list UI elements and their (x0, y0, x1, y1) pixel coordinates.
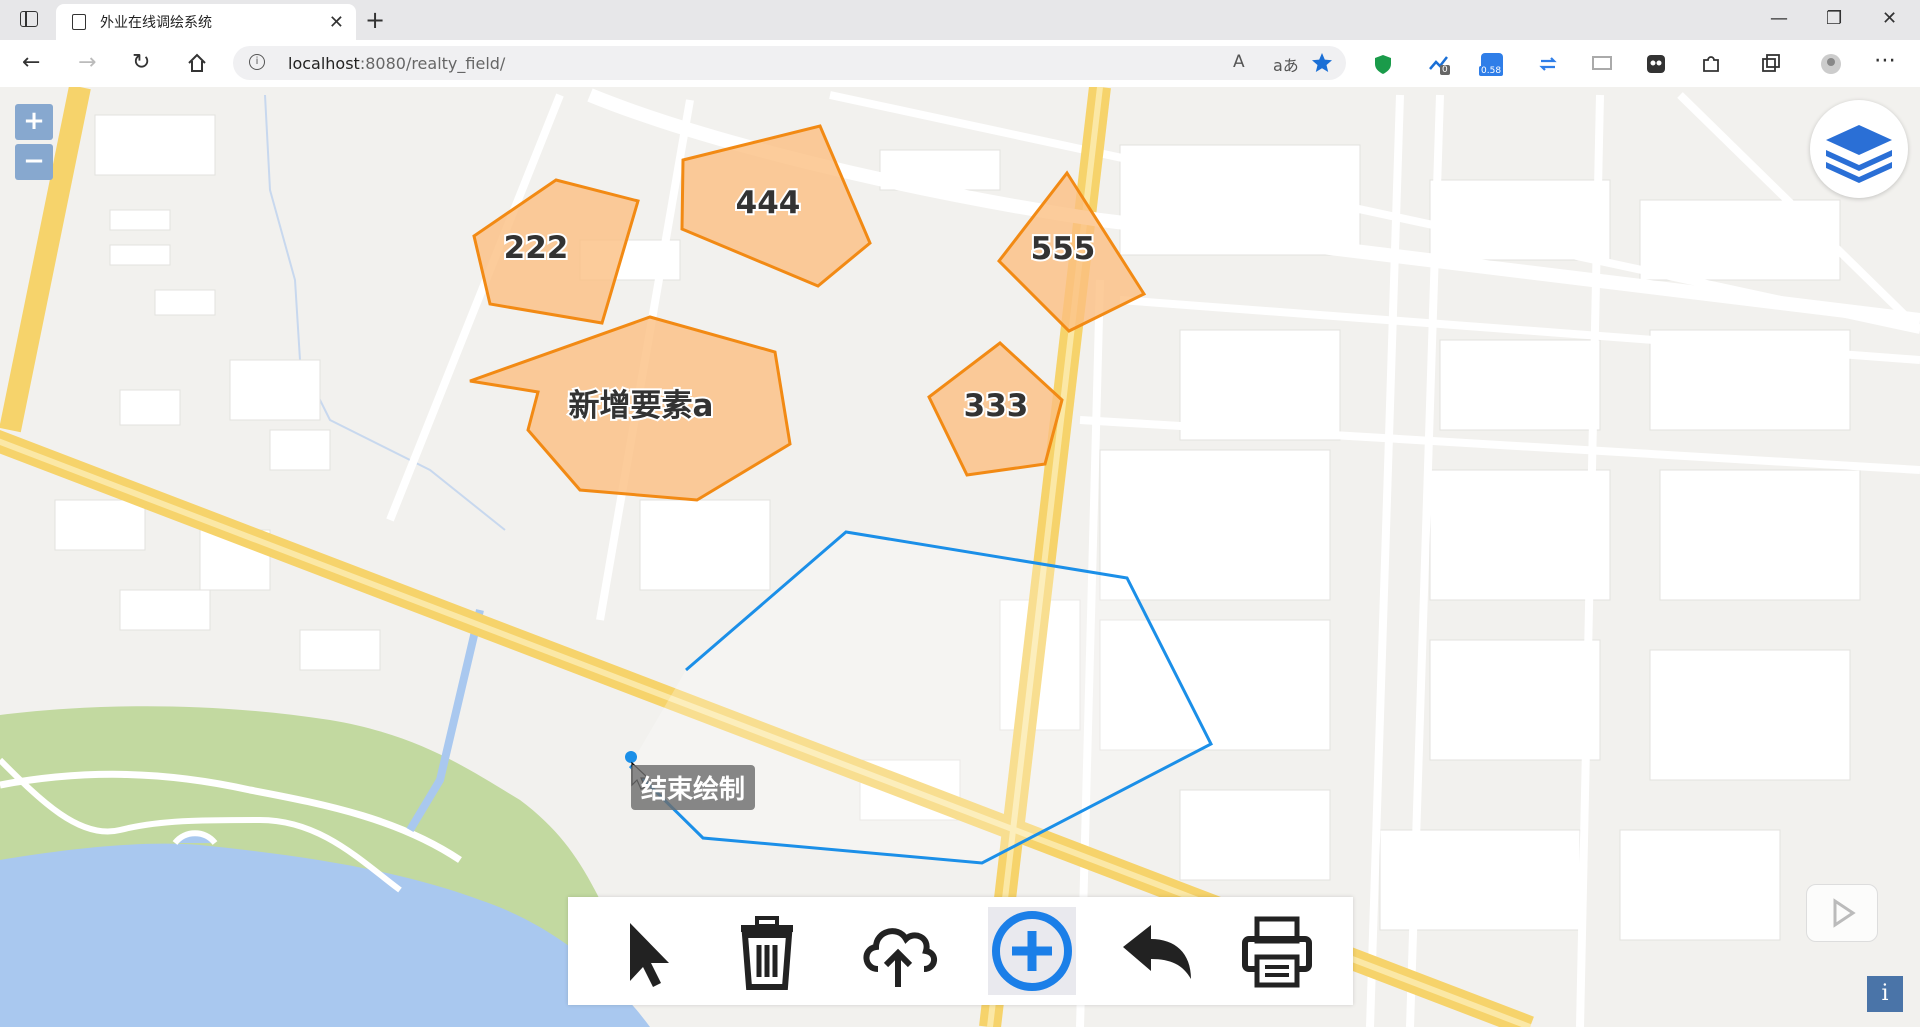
select-tool-button[interactable] (600, 907, 688, 995)
more-menu-icon[interactable]: ⋯ (1874, 48, 1896, 73)
feature-label-333: 333 (964, 388, 1029, 424)
browser-tab[interactable]: 外业在线调绘系统 ✕ (56, 4, 356, 40)
cloud-upload-icon (863, 928, 937, 987)
collections-icon[interactable] (1760, 53, 1782, 75)
feature-label-555: 555 (1031, 231, 1096, 267)
print-tool-button[interactable] (1233, 907, 1321, 995)
browser-nav-bar: ← → ↻ i localhost:8080/realty_field/ A a… (0, 40, 1920, 88)
forward-icon[interactable]: → (78, 50, 96, 75)
extensions-puzzle-icon[interactable] (1700, 53, 1722, 75)
drawing-polygon[interactable] (628, 530, 1214, 865)
undo-tool-button[interactable] (1113, 907, 1201, 995)
document-icon (72, 14, 86, 30)
back-icon[interactable]: ← (22, 50, 40, 75)
video-play-button[interactable] (1806, 884, 1878, 942)
avatar[interactable] (1820, 53, 1842, 75)
printer-icon (1242, 916, 1312, 988)
minimize-icon[interactable]: — (1770, 8, 1788, 29)
feature-label-222: 222 (504, 230, 569, 266)
reload-icon[interactable]: ↻ (132, 50, 150, 75)
score-extension-icon[interactable]: 0.58 (1479, 53, 1504, 76)
draw-tooltip: 结束绘制 (631, 765, 756, 810)
home-icon[interactable] (186, 52, 208, 74)
zoom-control: + − (15, 104, 55, 182)
translate-icon[interactable]: aあ (1273, 52, 1299, 76)
plus-circle-icon (992, 911, 1072, 991)
cast-extension-icon[interactable] (1591, 53, 1613, 75)
attribution-info-button[interactable]: i (1867, 976, 1903, 1012)
site-info-icon[interactable]: i (249, 54, 265, 70)
new-tab-icon[interactable]: + (365, 6, 385, 34)
sidebar-toggle-icon[interactable] (20, 11, 38, 27)
tab-title: 外业在线调绘系统 (100, 15, 212, 31)
restore-icon[interactable]: ❐ (1826, 8, 1842, 29)
layers-button[interactable] (1810, 100, 1908, 198)
upload-tool-button[interactable] (854, 907, 942, 995)
browser-tab-bar: 外业在线调绘系统 ✕ + — ❐ ✕ (0, 0, 1920, 40)
map-canvas[interactable]: 222 444 555 新增要素a 333 (0, 87, 1920, 1027)
chart-extension-icon[interactable]: 0 (1428, 53, 1450, 75)
feature-layer: 222 444 555 新增要素a 333 (469, 124, 1214, 865)
edit-toolbar (568, 897, 1353, 1005)
add-feature-button[interactable] (988, 907, 1076, 995)
feature-label-444: 444 (736, 185, 801, 221)
ext-badge: 0 (1440, 65, 1450, 75)
feature-label-new-a: 新增要素a (569, 388, 714, 424)
draw-vertex[interactable] (625, 751, 637, 763)
pointer-icon (630, 923, 669, 987)
delete-tool-button[interactable] (723, 907, 811, 995)
play-icon (1833, 898, 1856, 928)
trash-icon (741, 916, 793, 990)
shield-extension-icon[interactable] (1372, 53, 1394, 75)
zoom-out-button[interactable]: − (15, 144, 53, 180)
address-bar[interactable]: i localhost:8080/realty_field/ A aあ (233, 46, 1346, 80)
sync-extension-icon[interactable] (1537, 53, 1559, 75)
undo-icon (1123, 925, 1191, 979)
url-text: localhost:8080/realty_field/ (288, 54, 506, 73)
ext-badge-score: 0.58 (1479, 66, 1504, 76)
close-tab-icon[interactable]: ✕ (329, 12, 344, 33)
layers-icon (1826, 125, 1892, 183)
favorite-star-icon[interactable] (1311, 52, 1333, 74)
profile-extension-icon[interactable] (1645, 53, 1667, 75)
read-aloud-icon[interactable]: A (1233, 52, 1245, 72)
zoom-in-button[interactable]: + (15, 104, 53, 140)
window-close-icon[interactable]: ✕ (1882, 8, 1897, 29)
